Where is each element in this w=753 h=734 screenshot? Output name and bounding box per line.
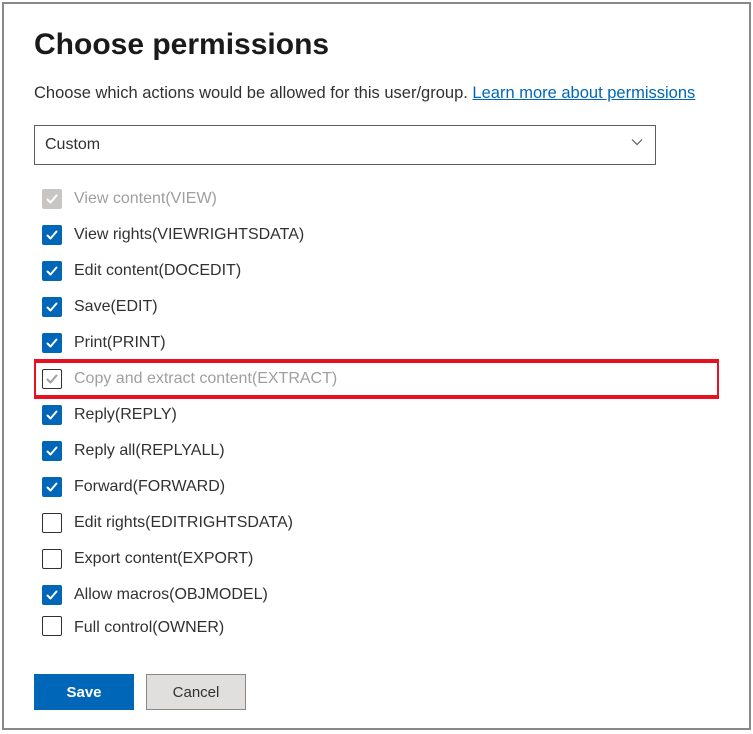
permission-label: View rights(VIEWRIGHTSDATA) (74, 226, 304, 244)
permissions-panel: Choose permissions Choose which actions … (2, 2, 751, 730)
permission-checkbox[interactable] (42, 585, 62, 605)
permission-row: Reply(REPLY) (34, 397, 719, 433)
permission-row: Allow macros(OBJMODEL) (34, 577, 719, 613)
page-title: Choose permissions (34, 28, 719, 62)
permission-checkbox[interactable] (42, 333, 62, 353)
permission-label: Reply all(REPLYALL) (74, 442, 225, 460)
permission-checkbox[interactable] (42, 441, 62, 461)
description-text: Choose which actions would be allowed fo… (34, 82, 719, 105)
permission-row: Forward(FORWARD) (34, 469, 719, 505)
permission-row: Save(EDIT) (34, 289, 719, 325)
permission-label: Edit content(DOCEDIT) (74, 262, 241, 280)
permission-row: View content(VIEW) (34, 181, 719, 217)
permission-checkbox[interactable] (42, 369, 62, 389)
permission-row: View rights(VIEWRIGHTSDATA) (34, 217, 719, 253)
permission-label: Allow macros(OBJMODEL) (74, 586, 268, 604)
permissions-list: View content(VIEW) View rights(VIEWRIGHTS… (34, 177, 719, 658)
permission-level-select[interactable]: Custom (34, 125, 656, 165)
permission-label: Reply(REPLY) (74, 406, 177, 424)
cancel-button[interactable]: Cancel (146, 674, 246, 710)
permission-label: Forward(FORWARD) (74, 478, 225, 496)
permission-row: Edit rights(EDITRIGHTSDATA) (34, 505, 719, 541)
footer: Save Cancel (34, 658, 719, 710)
permission-row: Copy and extract content(EXTRACT) (34, 361, 719, 397)
permission-checkbox[interactable] (42, 549, 62, 569)
permission-checkbox[interactable] (42, 616, 62, 636)
permission-checkbox[interactable] (42, 225, 62, 245)
permission-checkbox[interactable] (42, 261, 62, 281)
description-body: Choose which actions would be allowed fo… (34, 84, 472, 102)
permission-label: Copy and extract content(EXTRACT) (74, 370, 337, 388)
permission-label: View content(VIEW) (74, 190, 217, 208)
permission-row: Edit content(DOCEDIT) (34, 253, 719, 289)
permission-label: Save(EDIT) (74, 298, 158, 316)
permission-checkbox[interactable] (42, 513, 62, 533)
permission-label: Edit rights(EDITRIGHTSDATA) (74, 514, 293, 532)
permission-level-select-wrap: Custom (34, 125, 656, 165)
permission-row: Reply all(REPLYALL) (34, 433, 719, 469)
permission-label: Full control(OWNER) (74, 619, 224, 637)
learn-more-link[interactable]: Learn more about permissions (472, 84, 695, 102)
permission-label: Print(PRINT) (74, 334, 166, 352)
permission-row: Full control(OWNER) (34, 613, 719, 639)
permission-checkbox[interactable] (42, 405, 62, 425)
select-value: Custom (45, 136, 100, 154)
permission-label: Export content(EXPORT) (74, 550, 253, 568)
permission-checkbox (42, 189, 62, 209)
permission-row: Export content(EXPORT) (34, 541, 719, 577)
permission-row: Print(PRINT) (34, 325, 719, 361)
permission-checkbox[interactable] (42, 477, 62, 497)
permission-checkbox[interactable] (42, 297, 62, 317)
save-button[interactable]: Save (34, 674, 134, 710)
